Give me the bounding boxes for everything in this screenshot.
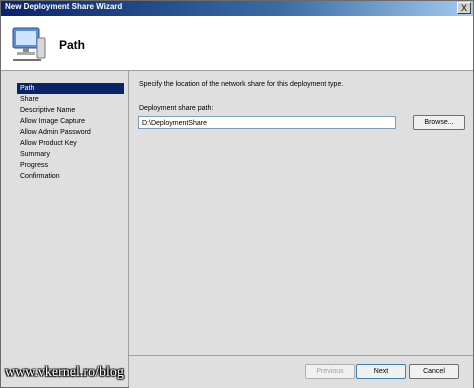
watermark-text: www.vkernel.ro/blog: [5, 365, 124, 380]
deployment-share-path-input[interactable]: D:\DeploymentShare: [138, 116, 396, 129]
sidebar-item-allow-admin-password[interactable]: Allow Admin Password: [17, 127, 124, 138]
wizard-header: Path: [1, 16, 473, 71]
close-button[interactable]: X: [457, 2, 471, 14]
sidebar-item-share[interactable]: Share: [17, 94, 124, 105]
previous-button[interactable]: Previous: [305, 364, 355, 379]
sidebar-item-path[interactable]: Path: [17, 83, 124, 94]
wizard-footer: Previous Next Cancel: [129, 355, 473, 388]
title-bar[interactable]: New Deployment Share Wizard X: [1, 1, 473, 16]
instruction-text: Specify the location of the network shar…: [139, 81, 344, 88]
sidebar-item-confirmation[interactable]: Confirmation: [17, 171, 124, 182]
sidebar-item-progress[interactable]: Progress: [17, 160, 124, 171]
wizard-window: New Deployment Share Wizard X Path Path …: [0, 0, 474, 388]
computer-icon: [12, 27, 46, 61]
sidebar-item-allow-image-capture[interactable]: Allow Image Capture: [17, 116, 124, 127]
wizard-content: Specify the location of the network shar…: [129, 71, 473, 355]
page-title: Path: [59, 38, 86, 52]
window-title: New Deployment Share Wizard: [5, 2, 123, 11]
sidebar-item-allow-product-key[interactable]: Allow Product Key: [17, 138, 124, 149]
deployment-share-path-label: Deployment share path:: [139, 105, 214, 112]
wizard-steps-sidebar: Path Share Descriptive Name Allow Image …: [1, 71, 129, 387]
sidebar-item-descriptive-name[interactable]: Descriptive Name: [17, 105, 124, 116]
next-button[interactable]: Next: [356, 364, 406, 379]
cancel-button[interactable]: Cancel: [409, 364, 459, 379]
sidebar-item-summary[interactable]: Summary: [17, 149, 124, 160]
browse-button[interactable]: Browse...: [413, 115, 465, 130]
